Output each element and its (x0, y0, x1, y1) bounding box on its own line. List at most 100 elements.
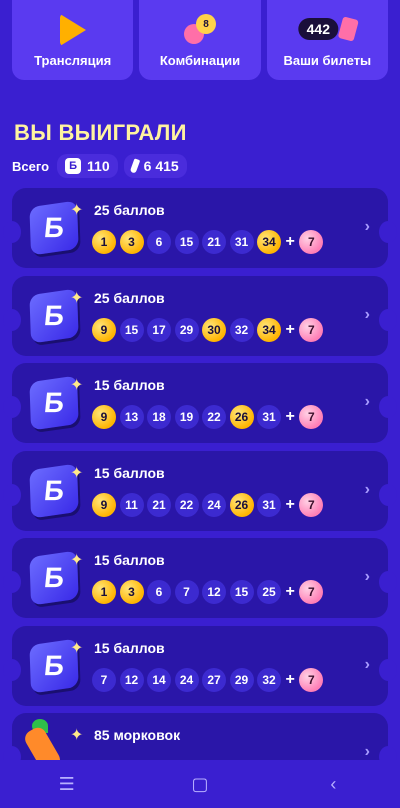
ball: 32 (257, 667, 281, 692)
ball: 25 (257, 580, 281, 604)
totals-label: Всего (12, 158, 50, 174)
ball-bonus: 7 (299, 492, 324, 517)
win-card[interactable]: Б ✦ 15 баллов 1 3 6 7 12 15 25 +7 › (3, 538, 397, 618)
win-card[interactable]: Б ✦ 15 баллов 7 12 14 24 27 29 32 +7 › (3, 625, 397, 706)
ball-row: 9 15 17 29 30 32 34 +7 (92, 317, 324, 342)
chevron-right-icon[interactable]: › (365, 306, 370, 324)
brand-b-letter: Б (42, 649, 66, 681)
menu-icon[interactable]: ☰ (37, 774, 97, 795)
system-nav-bar: ☰ ▢ ‹ (0, 760, 400, 808)
card-notch (379, 221, 397, 243)
ball: 7 (174, 580, 199, 604)
tickets-count: 442 (298, 18, 338, 40)
sparkle-icon: ✦ (70, 552, 84, 569)
ball-matched: 1 (92, 230, 116, 254)
brand-b-letter: Б (42, 386, 66, 419)
plus-sign: + (285, 233, 295, 250)
plus-sign: + (285, 320, 295, 338)
tab-combinations[interactable]: 8 Комбинации (139, 0, 261, 80)
chevron-right-icon[interactable]: › (365, 218, 370, 236)
ball: 21 (202, 230, 226, 254)
play-icon (59, 14, 86, 46)
ball-bonus: 7 (299, 667, 324, 692)
card-title: 15 баллов (94, 552, 165, 568)
win-card[interactable]: Б ✦ 25 баллов 1 3 6 15 21 31 34 +7 › (3, 188, 397, 268)
brand-b-letter: Б (42, 561, 66, 594)
ball-matched: 26 (229, 492, 254, 517)
win-card[interactable]: Б ✦ 15 баллов 9 13 18 19 22 26 31 +7 › (3, 363, 397, 443)
card-title: 85 морковок (94, 727, 181, 743)
ball-row: 7 12 14 24 27 29 32 +7 (92, 667, 324, 692)
ball: 24 (202, 492, 226, 517)
ball-matched: 3 (119, 230, 144, 254)
ball: 6 (147, 580, 171, 604)
ball: 12 (119, 667, 144, 692)
sparkle-icon: ✦ (70, 639, 84, 657)
sparkle-icon: ✦ (70, 377, 84, 394)
chevron-right-icon[interactable]: › (365, 393, 370, 411)
card-title: 15 баллов (94, 464, 165, 481)
winnings-list: Б ✦ 25 баллов 1 3 6 15 21 31 34 +7 › Б ✦ 25 баллов 9 15 1… (3, 188, 397, 801)
ball-row: 9 13 18 19 22 26 31 +7 (92, 405, 324, 429)
ticket-pink-icon (337, 16, 359, 42)
carrot-icon (129, 158, 140, 174)
card-notch (379, 396, 397, 418)
sparkle-icon: ✦ (70, 727, 84, 744)
ball-bonus: 7 (299, 230, 324, 254)
plus-sign: + (285, 495, 295, 513)
card-notch (3, 658, 21, 681)
ball-matched: 30 (202, 317, 226, 342)
chevron-right-icon[interactable]: › (365, 568, 370, 586)
ball: 31 (257, 492, 281, 517)
points-value: 110 (87, 158, 110, 174)
back-icon[interactable]: ‹ (303, 774, 363, 795)
ball: 31 (229, 230, 254, 254)
ball-matched: 34 (257, 230, 281, 254)
card-notch (3, 571, 21, 593)
plus-sign: + (285, 408, 295, 425)
card-notch (3, 396, 21, 418)
tab-my-tickets[interactable]: 442 Ваши билеты (266, 0, 388, 80)
sparkle-icon: ✦ (70, 202, 84, 219)
ball-row: 9 11 21 22 24 26 31 +7 (92, 492, 324, 517)
win-card[interactable]: Б ✦ 15 баллов 9 11 21 22 24 26 31 +7 › (3, 450, 397, 531)
ball: 15 (119, 317, 144, 342)
ball: 12 (202, 580, 226, 604)
points-total: Б 110 (57, 154, 118, 178)
ball: 29 (229, 667, 254, 692)
ball: 15 (229, 580, 254, 604)
ball: 27 (202, 667, 226, 692)
chevron-right-icon[interactable]: › (365, 656, 370, 674)
plus-sign: + (285, 670, 295, 688)
tab-broadcast[interactable]: Трансляция (12, 0, 134, 80)
card-title: 25 баллов (94, 289, 165, 306)
carrots-total: 6 415 (123, 154, 187, 178)
ball: 22 (174, 492, 199, 517)
ball-matched: 1 (92, 580, 116, 604)
ball-matched: 34 (257, 317, 281, 342)
ball-row: 1 3 6 7 12 15 25 +7 (92, 580, 324, 604)
home-icon[interactable]: ▢ (170, 774, 230, 795)
points-icon: Б (65, 158, 82, 174)
ball: 22 (202, 405, 226, 429)
card-notch (379, 658, 397, 681)
ball: 17 (147, 317, 171, 342)
ball-matched: 26 (229, 405, 254, 429)
sparkle-icon: ✦ (70, 289, 84, 307)
ball-matched: 3 (119, 580, 144, 604)
chevron-right-icon[interactable]: › (365, 743, 370, 761)
card-notch (379, 571, 397, 593)
ball: 18 (147, 405, 171, 429)
ball-matched: 9 (92, 492, 116, 517)
section-title: ВЫ ВЫИГРАЛИ (14, 120, 187, 145)
brand-b-letter: Б (42, 299, 66, 331)
win-card[interactable]: Б ✦ 25 баллов 9 15 17 29 30 32 34 +7 › (3, 275, 397, 356)
ball: 14 (147, 667, 171, 692)
card-title: 15 баллов (94, 377, 165, 393)
ball-matched: 9 (92, 405, 116, 429)
chevron-right-icon[interactable]: › (365, 481, 370, 499)
lottery-balls-icon: 8 (180, 12, 220, 48)
card-notch (3, 483, 21, 506)
carrots-value: 6 415 (143, 158, 179, 174)
sparkle-icon: ✦ (70, 464, 84, 482)
